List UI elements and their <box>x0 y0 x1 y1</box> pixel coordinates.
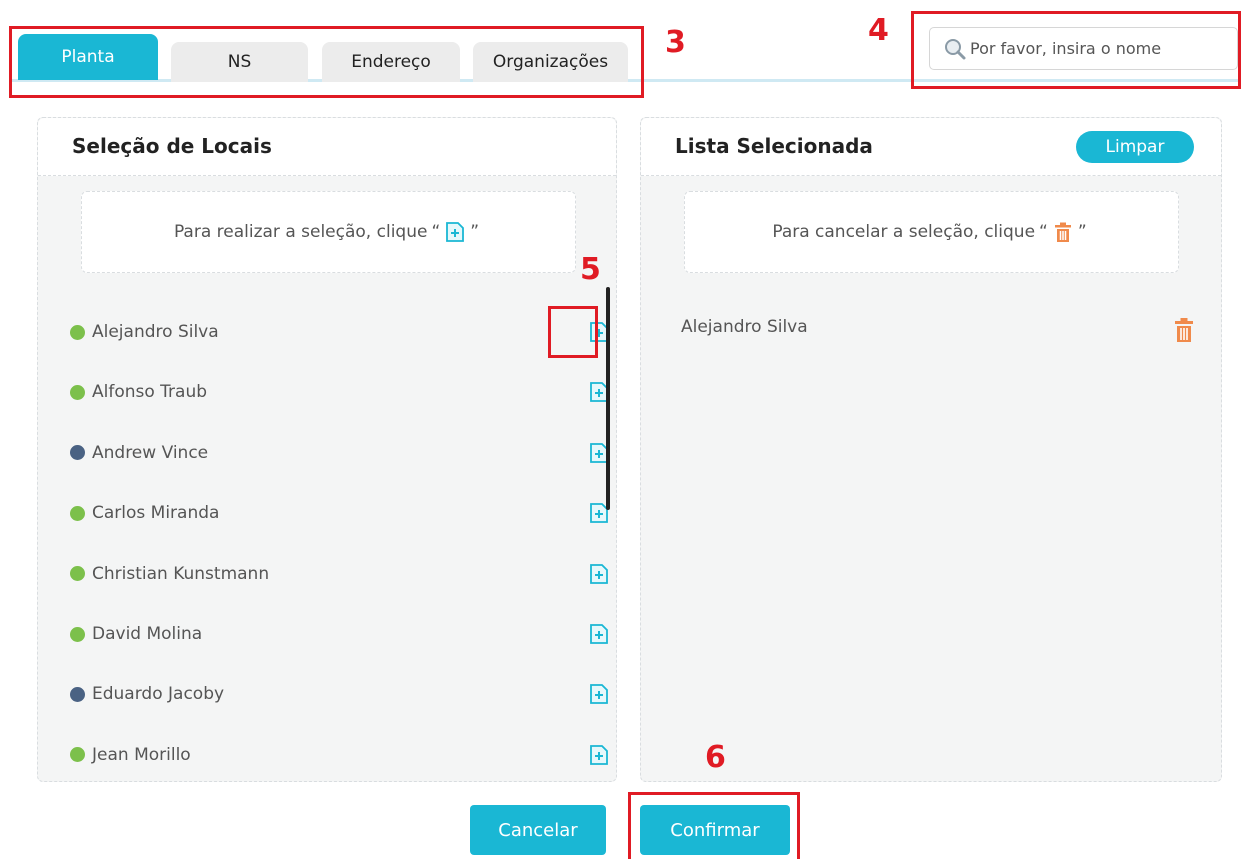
list-item-name: David Molina <box>92 624 203 644</box>
selected-list-panel: Lista Selecionada Limpar Para cancelar a… <box>640 117 1222 782</box>
status-dot <box>70 445 85 461</box>
selected-list-title: Lista Selecionada <box>675 134 873 158</box>
list-item: Andrew Vince <box>70 433 610 473</box>
list-scrollbar[interactable] <box>606 287 610 510</box>
add-document-icon[interactable] <box>588 683 610 705</box>
status-dot <box>70 324 85 340</box>
status-dot <box>70 505 85 521</box>
list-item-name: Christian Kunstmann <box>92 563 270 584</box>
add-document-icon[interactable] <box>588 744 610 766</box>
location-selection-title: Seleção de Locais <box>72 134 272 158</box>
list-item-name: Andrew Vince <box>92 442 209 463</box>
annotation-label-4: 4 <box>868 13 889 48</box>
location-selection-panel: Seleção de Locais Para realizar a seleçã… <box>37 117 617 782</box>
status-dot <box>70 626 85 642</box>
list-item-name: Alejandro Silva <box>92 322 219 342</box>
annotation-label-3: 3 <box>665 25 686 60</box>
annotation-label-5: 5 <box>580 252 601 287</box>
selected-item-name: Alejandro Silva <box>681 317 808 337</box>
annotation-box-confirm <box>628 792 800 859</box>
trash-icon <box>1054 222 1071 242</box>
annotation-box-tabs <box>9 26 644 98</box>
list-item-name: Carlos Miranda <box>92 503 220 524</box>
list-item: Alfonso Traub <box>70 372 610 412</box>
list-item: Eduardo Jacoby <box>70 674 610 714</box>
status-dot <box>70 747 85 763</box>
status-dot <box>70 686 85 702</box>
annotation-box-search <box>911 11 1241 89</box>
list-item-name: Jean Morillo <box>92 744 191 765</box>
list-item: Jean Morillo <box>70 735 610 775</box>
status-dot <box>70 384 85 400</box>
list-item: David Molina <box>70 614 610 654</box>
list-item: Carlos Miranda <box>70 493 610 533</box>
select-hint-text: Para realizar a seleção, clique <box>173 222 428 242</box>
trash-icon[interactable] <box>1173 317 1195 343</box>
location-selection-header: Seleção de Locais <box>38 118 616 176</box>
add-document-icon[interactable] <box>588 563 610 585</box>
cancel-hint: Para cancelar a seleção, clique “ ” <box>684 191 1179 273</box>
cancel-button[interactable]: Cancelar <box>470 805 606 855</box>
annotation-label-6: 6 <box>705 740 726 775</box>
list-item-name: Eduardo Jacoby <box>92 684 225 705</box>
list-item: Christian Kunstmann <box>70 554 610 594</box>
cancel-hint-text: Para cancelar a seleção, clique <box>772 222 1036 242</box>
list-item-name: Alfonso Traub <box>92 382 208 403</box>
selected-list-header: Lista Selecionada Limpar <box>641 118 1221 176</box>
add-document-icon[interactable] <box>588 623 610 645</box>
status-dot <box>70 566 85 582</box>
select-hint: Para realizar a seleção, clique “ ” <box>81 191 576 273</box>
annotation-box-add <box>548 306 598 358</box>
list-item: Alejandro Silva <box>70 312 610 352</box>
add-document-icon <box>446 222 465 242</box>
clear-button[interactable]: Limpar <box>1076 131 1194 163</box>
